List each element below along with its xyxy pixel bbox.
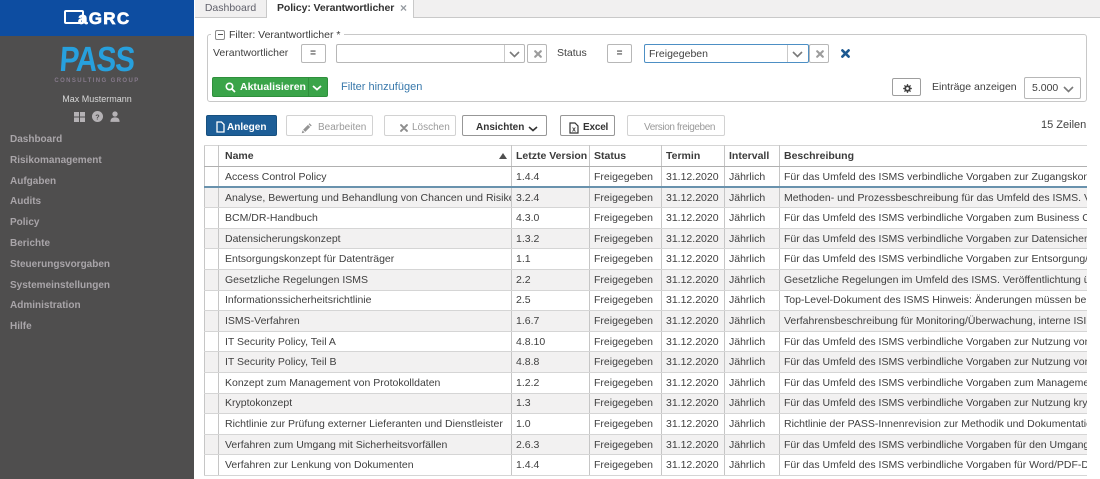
svg-text:?: ? xyxy=(95,112,99,121)
svg-text:x: x xyxy=(572,126,576,133)
